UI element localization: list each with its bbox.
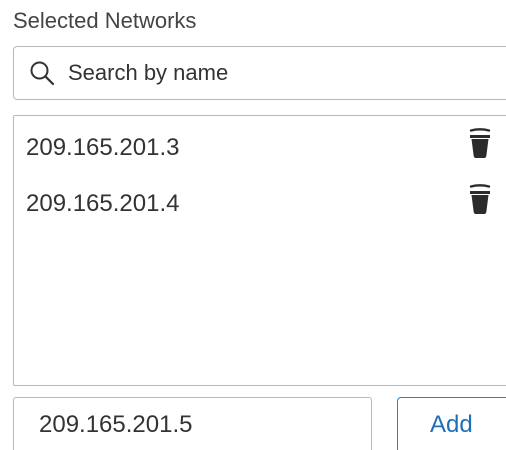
section-title: Selected Networks [13,8,197,33]
search-icon [30,61,55,86]
list-item: 209.165.201.4 [14,180,506,228]
network-address-input[interactable] [13,397,372,450]
network-address: 209.165.201.3 [26,134,180,161]
network-list: 209.165.201.3 209.165.201.4 [13,115,506,386]
network-address: 209.165.201.4 [26,190,180,217]
trash-icon[interactable] [467,128,493,160]
selected-networks-panel: Selected Networks 209.165.201.3 209.165.… [0,0,506,450]
list-item: 209.165.201.3 [14,124,506,172]
search-input[interactable] [68,47,506,99]
add-button[interactable]: Add [397,397,506,450]
trash-icon[interactable] [467,184,493,216]
search-box[interactable] [13,46,506,100]
